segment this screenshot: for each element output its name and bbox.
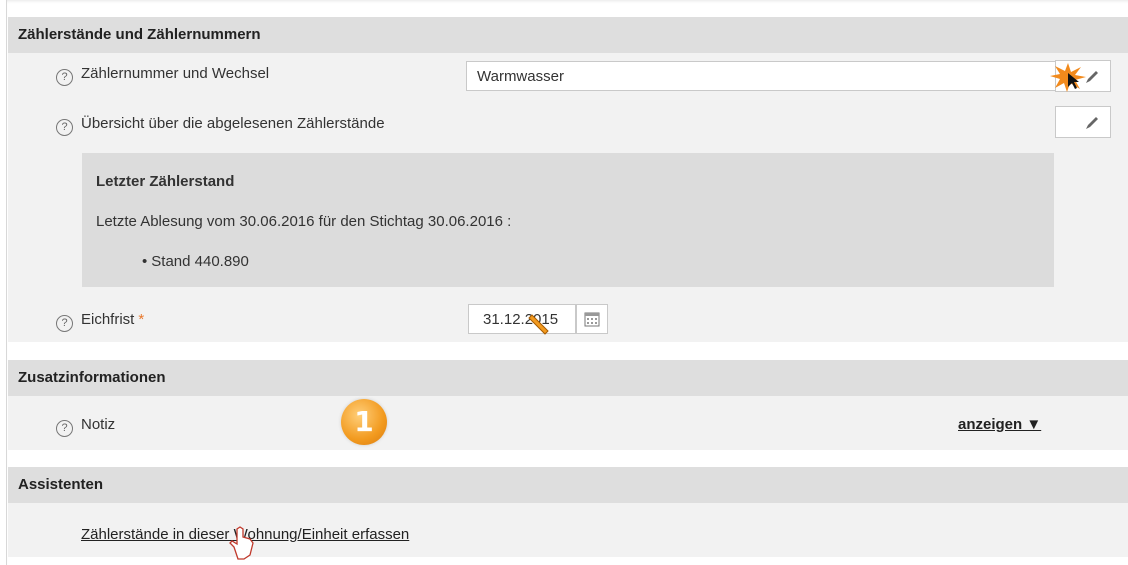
help-icon[interactable]: ?: [56, 69, 73, 86]
overview-label: Übersicht über die abgelesenen Zählerstä…: [81, 115, 385, 132]
help-icon[interactable]: ?: [56, 315, 73, 332]
assistants-section-title: Assistenten: [8, 467, 1128, 503]
meter-number-label: Zählernummer und Wechsel: [81, 65, 270, 82]
overview-row: ? Übersicht über die abgelesenen Zählerst…: [8, 93, 1128, 138]
step-badge: 1: [341, 399, 387, 445]
additional-section: Zusatzinformationen ? Notiz 1 anzeigen ▼: [8, 360, 1128, 450]
hand-pointer-icon: [229, 526, 254, 560]
last-reading-text: Letzte Ablesung vom 30.06.2016 für den S…: [96, 213, 512, 230]
meter-section-title: Zählerstände und Zählernummern: [8, 17, 1128, 53]
help-icon[interactable]: ?: [56, 119, 73, 136]
calibration-date-input[interactable]: 31.12.2015: [468, 304, 576, 334]
note-label: Notiz: [81, 416, 116, 433]
meter-number-field[interactable]: Warmwasser: [466, 61, 1056, 91]
calendar-button[interactable]: [576, 304, 608, 334]
edit-cursor-icon: [528, 314, 549, 335]
last-reading-box: Letzter Zählerstand Letzte Ablesung vom …: [82, 153, 1054, 287]
calibration-row: ? Eichfrist * 31.12.2015: [8, 299, 1128, 339]
note-row: ? Notiz 1 anzeigen ▼: [8, 396, 1128, 450]
required-mark: *: [138, 311, 145, 328]
reading-value: Stand 440.890: [142, 253, 249, 270]
edit-overview-button[interactable]: [1055, 106, 1111, 138]
help-icon[interactable]: ?: [56, 420, 73, 437]
calendar-icon: [584, 312, 600, 327]
show-note-link[interactable]: anzeigen ▼: [958, 416, 1041, 433]
meter-section: Zählerstände und Zählernummern ? Zählernu…: [8, 17, 1128, 342]
click-burst-icon: [1050, 63, 1086, 92]
last-reading-title: Letzter Zählerstand: [96, 173, 235, 190]
calibration-label: Eichfrist: [81, 311, 135, 328]
edit-meter-number-button[interactable]: [1050, 60, 1111, 92]
meter-number-row: ? Zählernummer und Wechsel Warmwasser: [8, 53, 1128, 93]
pencil-icon: [1086, 117, 1098, 129]
additional-section-title: Zusatzinformationen: [8, 360, 1128, 396]
assistants-section: Assistenten Zählerstände in dieser Wohnu…: [8, 467, 1128, 560]
